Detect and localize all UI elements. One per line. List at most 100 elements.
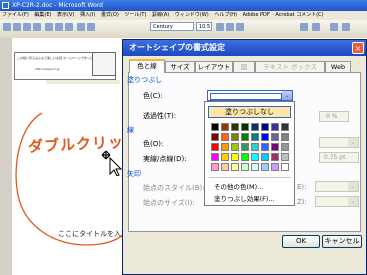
menu-insert[interactable]: 挿入(I) xyxy=(78,11,97,20)
color-swatch[interactable] xyxy=(261,133,269,141)
cancel-button[interactable]: キャンセル xyxy=(322,235,362,248)
color-swatch[interactable] xyxy=(241,143,249,151)
color-swatch[interactable] xyxy=(251,153,259,161)
menu-adobe-pdf[interactable]: Adobe PDF xyxy=(241,11,272,20)
tab-web[interactable]: Web xyxy=(325,61,351,72)
line-weight-field[interactable]: 0.75 pt xyxy=(319,152,359,163)
color-swatch[interactable] xyxy=(261,143,269,151)
chevron-down-icon[interactable]: ⌄ xyxy=(348,197,358,206)
color-swatch[interactable] xyxy=(281,143,289,151)
tab-picture[interactable]: 図 xyxy=(233,61,255,72)
word-toolbar: Century 10.5 xyxy=(0,20,367,39)
menu-tools[interactable]: ツール(T) xyxy=(122,11,148,20)
end-size-dropdown[interactable]: ⌄ xyxy=(315,196,359,207)
tab-colors-and-lines[interactable]: 色と線 xyxy=(129,59,165,73)
color-swatch[interactable] xyxy=(281,153,289,161)
color-swatch[interactable] xyxy=(271,123,279,131)
color-swatch[interactable] xyxy=(221,133,229,141)
chevron-down-icon[interactable]: ⌄ xyxy=(282,91,292,100)
shape-highlight-band xyxy=(46,80,120,84)
save-icon[interactable] xyxy=(23,23,31,31)
color-swatch[interactable] xyxy=(251,163,259,171)
tab-layout[interactable]: レイアウト xyxy=(195,61,233,72)
color-swatch[interactable] xyxy=(231,143,239,151)
menu-acrobat-comments[interactable]: Acrobat コメント(C) xyxy=(273,11,325,20)
bold-icon[interactable] xyxy=(216,23,224,31)
align-icon[interactable] xyxy=(300,23,308,31)
color-swatch[interactable] xyxy=(271,153,279,161)
color-swatch[interactable] xyxy=(211,163,219,171)
color-swatch[interactable] xyxy=(271,133,279,141)
highlight-icon[interactable] xyxy=(330,23,338,31)
dialog-close-button[interactable]: × xyxy=(352,42,364,54)
color-swatch[interactable] xyxy=(231,133,239,141)
color-swatch[interactable] xyxy=(241,133,249,141)
no-fill-option[interactable]: 塗りつぶしなし xyxy=(208,106,291,118)
line-style-dropdown[interactable]: ⌄ xyxy=(319,137,359,148)
list-icon[interactable] xyxy=(312,23,320,31)
color-swatch[interactable] xyxy=(211,123,219,131)
new-document-icon[interactable] xyxy=(3,23,11,31)
color-swatch[interactable] xyxy=(251,133,259,141)
font-color-icon[interactable] xyxy=(342,23,350,31)
fill-color-dropdown[interactable]: ⌄ xyxy=(207,90,293,101)
color-swatch[interactable] xyxy=(261,153,269,161)
color-swatch[interactable] xyxy=(211,153,219,161)
transparency-label: 透過性(T): xyxy=(143,112,177,120)
color-swatch[interactable] xyxy=(241,163,249,171)
dash-style-label: 実線/点線(D): xyxy=(143,155,187,163)
menu-window[interactable]: ウィンドウ(W) xyxy=(173,11,211,20)
color-swatch[interactable] xyxy=(241,153,249,161)
tab-size[interactable]: サイズ xyxy=(165,61,195,72)
color-swatch[interactable] xyxy=(281,123,289,131)
color-swatch[interactable] xyxy=(211,143,219,151)
copy-icon[interactable] xyxy=(55,23,63,31)
menu-table[interactable]: 罫線(A) xyxy=(150,11,171,20)
color-swatch[interactable] xyxy=(231,123,239,131)
underline-icon[interactable] xyxy=(236,23,244,31)
open-icon[interactable] xyxy=(13,23,21,31)
line-section-heading: 線 xyxy=(127,126,134,134)
color-swatch[interactable] xyxy=(251,123,259,131)
menu-edit[interactable]: 編集(E) xyxy=(32,11,53,20)
color-swatch[interactable] xyxy=(271,143,279,151)
print-icon[interactable] xyxy=(33,23,41,31)
color-swatch[interactable] xyxy=(251,143,259,151)
menu-format[interactable]: 書式(O) xyxy=(99,11,121,20)
arrow-section-heading: 矢印 xyxy=(127,170,141,178)
color-swatch[interactable] xyxy=(211,133,219,141)
menu-file[interactable]: ファイル(F) xyxy=(0,11,31,20)
color-swatch[interactable] xyxy=(241,123,249,131)
more-colors-option[interactable]: その他の色(M)... xyxy=(214,181,263,191)
color-swatch[interactable] xyxy=(231,153,239,161)
color-swatch[interactable] xyxy=(281,133,289,141)
chevron-down-icon[interactable]: ⌄ xyxy=(348,138,358,147)
transparency-value[interactable]: 0 % xyxy=(319,111,349,122)
color-swatch[interactable] xyxy=(221,143,229,151)
chevron-down-icon[interactable]: ⌄ xyxy=(348,182,358,191)
color-swatch[interactable] xyxy=(221,153,229,161)
dialog-title-bar[interactable]: オートシェイプの書式設定 xyxy=(123,40,366,56)
color-swatch[interactable] xyxy=(261,123,269,131)
paste-icon[interactable] xyxy=(65,23,73,31)
fill-effects-option[interactable]: 塗りつぶし効果(F)... xyxy=(214,193,275,203)
italic-icon[interactable] xyxy=(226,23,234,31)
color-swatch[interactable] xyxy=(261,163,269,171)
redo-icon[interactable] xyxy=(87,23,95,31)
font-name-box[interactable]: Century xyxy=(150,22,194,31)
font-size-box[interactable]: 10.5 xyxy=(196,22,212,31)
end-style-dropdown[interactable]: ⌄ xyxy=(315,181,359,192)
ok-button[interactable]: OK xyxy=(282,235,320,248)
menu-view[interactable]: 表示(V) xyxy=(55,11,76,20)
color-swatch[interactable] xyxy=(271,163,279,171)
cut-icon[interactable] xyxy=(45,23,53,31)
color-swatch[interactable] xyxy=(281,163,289,171)
vertical-ruler xyxy=(0,38,12,275)
title-placeholder-text[interactable]: ここにタイトルを入力 xyxy=(58,229,128,239)
color-swatch[interactable] xyxy=(221,123,229,131)
color-swatch[interactable] xyxy=(221,163,229,171)
menu-help[interactable]: ヘルプ(H) xyxy=(212,11,239,20)
tab-text-box[interactable]: テキスト ボックス xyxy=(255,61,325,72)
undo-icon[interactable] xyxy=(77,23,85,31)
color-swatch[interactable] xyxy=(231,163,239,171)
